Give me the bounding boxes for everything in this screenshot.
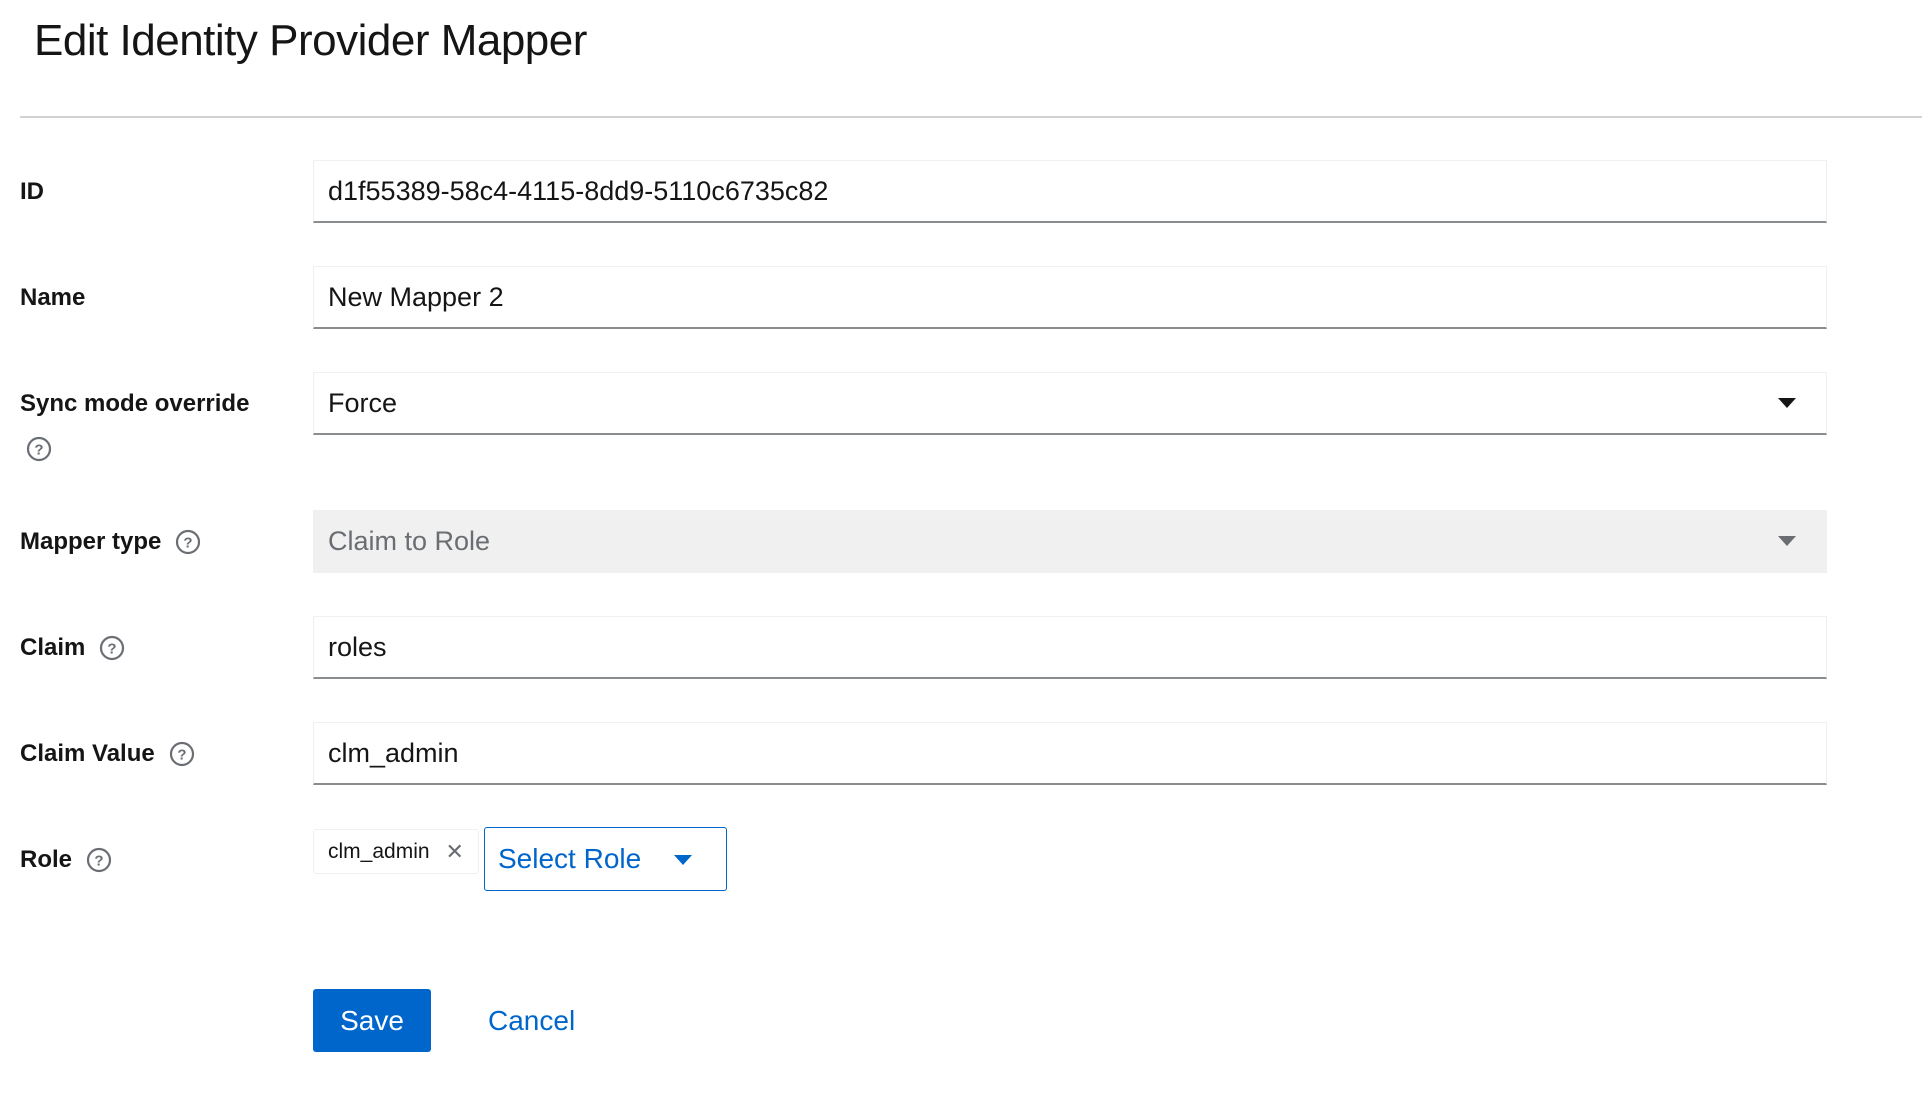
title-divider — [20, 116, 1922, 118]
claim-label: Claim ? — [20, 634, 125, 662]
name-field[interactable]: New Mapper 2 — [313, 266, 1827, 329]
save-button[interactable]: Save — [313, 989, 431, 1052]
mapper-type-select: Claim to Role — [313, 510, 1827, 573]
caret-down-icon — [1778, 398, 1796, 408]
question-circle-icon[interactable]: ? — [99, 635, 125, 661]
id-label: ID — [20, 178, 44, 205]
cancel-button[interactable]: Cancel — [470, 989, 593, 1052]
close-icon[interactable]: ✕ — [446, 840, 464, 863]
sync-mode-select[interactable]: Force — [313, 372, 1827, 435]
svg-text:?: ? — [184, 535, 193, 552]
caret-down-icon — [674, 855, 692, 865]
role-chip: clm_admin ✕ — [313, 829, 479, 874]
svg-text:?: ? — [94, 853, 103, 870]
question-circle-icon[interactable]: ? — [86, 847, 112, 873]
svg-text:?: ? — [177, 747, 186, 764]
edit-mapper-page: Edit Identity Provider Mapper ID d1f5538… — [0, 0, 1922, 1116]
select-role-dropdown[interactable]: Select Role — [484, 827, 727, 891]
role-label: Role ? — [20, 846, 112, 874]
claim-value-field[interactable]: clm_admin — [313, 722, 1827, 785]
page-title: Edit Identity Provider Mapper — [34, 16, 587, 65]
name-label: Name — [20, 284, 86, 311]
claim-value-label: Claim Value ? — [20, 740, 195, 768]
svg-text:?: ? — [108, 641, 117, 658]
question-circle-icon[interactable]: ? — [175, 529, 201, 555]
caret-down-icon — [1778, 536, 1796, 546]
claim-field[interactable]: roles — [313, 616, 1827, 679]
mapper-type-label: Mapper type ? — [20, 528, 201, 556]
id-field[interactable]: d1f55389-58c4-4115-8dd9-5110c6735c82 — [313, 160, 1827, 223]
sync-mode-label: Sync mode override — [20, 390, 250, 417]
question-circle-icon[interactable]: ? — [26, 436, 52, 462]
question-circle-icon[interactable]: ? — [169, 741, 195, 767]
svg-text:?: ? — [34, 442, 43, 459]
